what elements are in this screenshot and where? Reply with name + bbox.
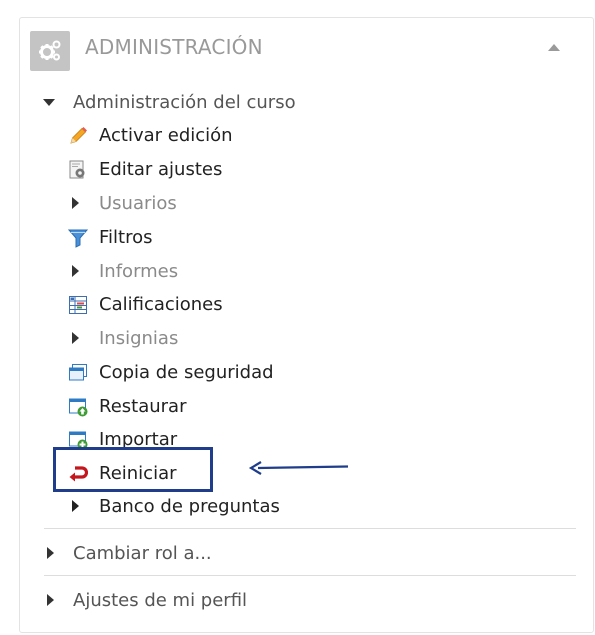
- menu-item-insignias[interactable]: Insignias: [72, 327, 272, 351]
- section-divider: [44, 575, 576, 576]
- menu-item-copia-de-seguridad[interactable]: Copia de seguridad: [68, 361, 348, 385]
- menu-item-label: Usuarios: [99, 193, 177, 214]
- menu-item-editar-ajustes[interactable]: Editar ajustes: [68, 158, 308, 182]
- menu-item-calificaciones[interactable]: Calificaciones: [68, 293, 308, 317]
- settings-doc-icon: [69, 160, 85, 179]
- reiniciar-highlight-box: [53, 447, 213, 492]
- menu-item-banco-de-preguntas[interactable]: Banco de preguntas: [72, 495, 332, 519]
- menu-item-usuarios[interactable]: Usuarios: [72, 192, 272, 216]
- menu-item-label: Banco de preguntas: [99, 496, 280, 517]
- caret-down-icon: [43, 99, 55, 106]
- block-title: ADMINISTRACIÓN: [85, 35, 263, 59]
- backup-icon: [69, 364, 87, 381]
- menu-item-label: Informes: [99, 261, 179, 282]
- block-header: ADMINISTRACIÓN: [20, 18, 593, 80]
- section-divider: [44, 528, 576, 529]
- grades-table-icon: [69, 296, 87, 314]
- caret-right-icon: [72, 197, 79, 209]
- menu-item-label: Restaurar: [99, 396, 187, 417]
- section-cambiar-rol[interactable]: Cambiar rol a...: [47, 542, 307, 566]
- menu-item-restaurar[interactable]: Restaurar: [68, 395, 268, 419]
- caret-right-icon: [47, 594, 54, 606]
- menu-item-label: Calificaciones: [99, 294, 223, 315]
- menu-item-label: Filtros: [99, 227, 153, 248]
- menu-item-informes[interactable]: Informes: [72, 260, 272, 284]
- menu-item-label: Insignias: [99, 328, 179, 349]
- funnel-icon: [68, 229, 88, 248]
- caret-right-icon: [47, 547, 54, 559]
- menu-item-label: Copia de seguridad: [99, 362, 274, 383]
- course-admin-label: Administración del curso: [73, 92, 296, 113]
- caret-right-icon: [72, 265, 79, 277]
- course-admin-toggle[interactable]: Administración del curso: [43, 91, 363, 115]
- section-ajustes-perfil[interactable]: Ajustes de mi perfil: [47, 589, 327, 613]
- menu-item-label: Editar ajustes: [99, 159, 223, 180]
- caret-right-icon: [72, 332, 79, 344]
- section-label: Ajustes de mi perfil: [73, 590, 248, 611]
- caret-right-icon: [72, 500, 79, 512]
- pencil-icon: [70, 127, 87, 144]
- menu-item-activar-edicion[interactable]: Activar edición: [68, 124, 308, 148]
- menu-item-label: Activar edición: [99, 125, 233, 146]
- menu-item-filtros[interactable]: Filtros: [68, 226, 268, 250]
- section-label: Cambiar rol a...: [73, 543, 212, 564]
- gears-icon: [30, 31, 70, 71]
- administration-block: ADMINISTRACIÓN Administración del curso …: [19, 17, 594, 633]
- restore-icon: [69, 398, 88, 417]
- arrow-left-icon: [248, 461, 349, 475]
- caret-up-icon[interactable]: [548, 44, 560, 51]
